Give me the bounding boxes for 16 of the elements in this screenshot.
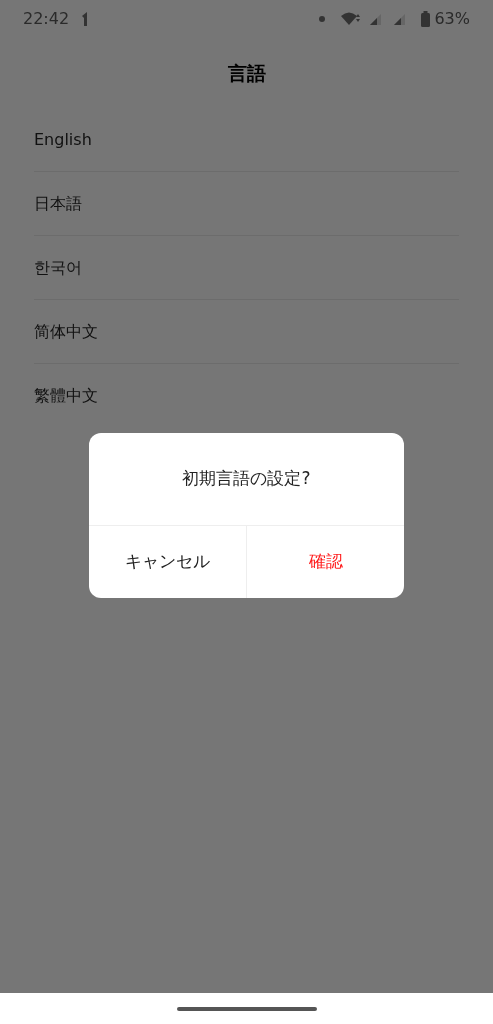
language-item[interactable]: 日本語 [34,191,82,216]
language-item[interactable]: 한국어 [34,255,82,280]
language-item[interactable]: 繁體中文 [34,384,98,408]
home-indicator[interactable] [176,1006,317,1011]
dot-icon [319,16,326,22]
battery-icon [421,11,431,27]
dialog-message: 初期言語の設定? [182,467,311,491]
status-time: 22:42 [23,8,70,30]
dialog-button[interactable]: 確認 [246,526,404,598]
battery-percent: 63% [434,8,470,30]
language-item[interactable]: English [34,127,92,152]
dialog-button[interactable]: キャンセル [89,526,246,598]
page-title: 言語 [227,60,266,86]
notification-icon [81,12,90,26]
wifi-icon [341,12,362,26]
language-item[interactable]: 简体中文 [34,319,98,344]
